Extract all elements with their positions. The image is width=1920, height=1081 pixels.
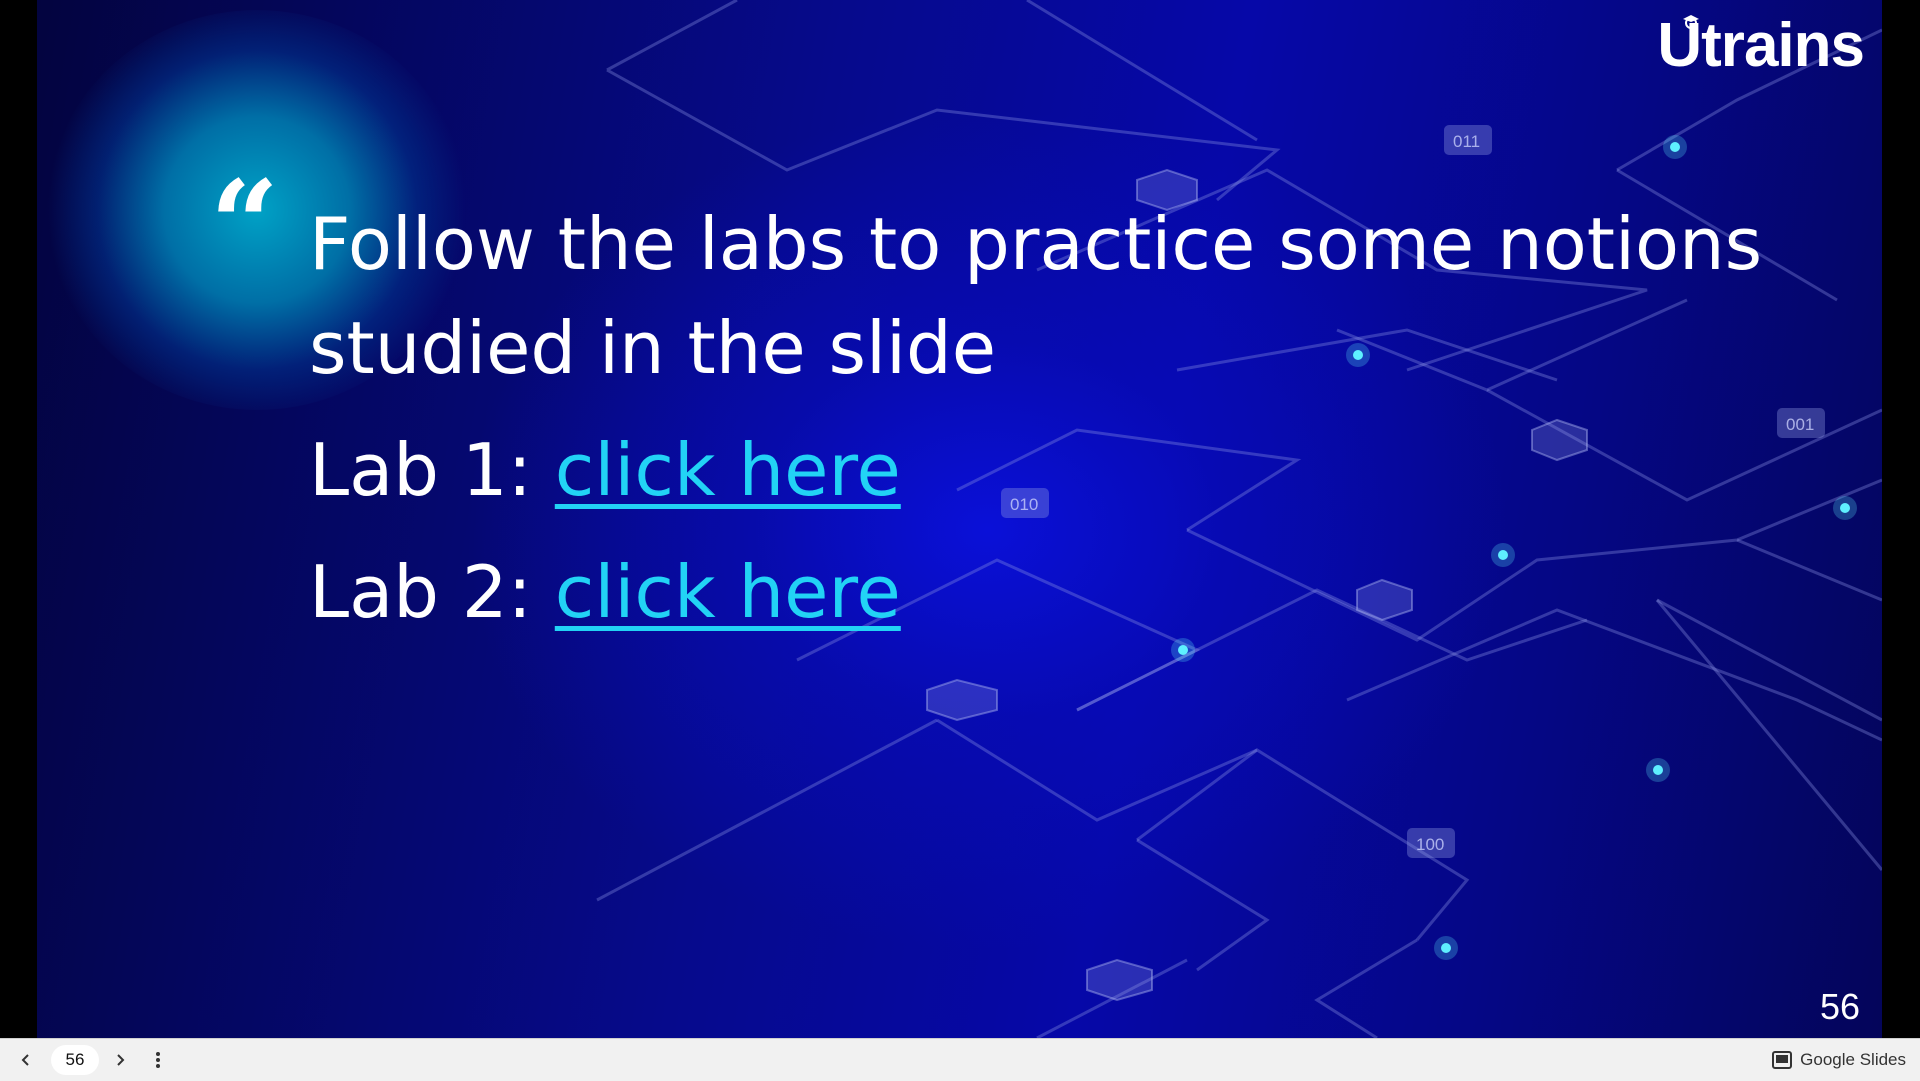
chevron-right-icon [117,1054,125,1066]
utrains-logo: Utrains [1657,10,1865,81]
chevron-left-icon [21,1054,29,1066]
page-number-field[interactable]: 56 [51,1045,99,1075]
lab-1-line: Lab 1: click here [309,418,1849,522]
slide: 011 001 010 100 Utrains “ Follow the lab… [37,0,1882,1038]
intro-text: Follow the labs to practice some notions… [309,202,1763,390]
lab-2-label: Lab 2: [309,550,555,634]
next-slide-button[interactable] [108,1048,132,1072]
slides-icon [1772,1051,1793,1069]
previous-slide-button[interactable] [14,1048,38,1072]
more-vert-icon [156,1052,160,1068]
binary-tag-100: 100 [1416,835,1444,854]
quote-icon: “ [210,154,280,295]
lab-2-line: Lab 2: click here [309,540,1849,644]
lab-2-link[interactable]: click here [555,550,901,634]
brand-label: Google Slides [1800,1050,1906,1069]
slide-body: Follow the labs to practice some notions… [309,192,1849,644]
binary-tag-011: 011 [1453,132,1480,151]
slide-number: 56 [1819,986,1860,1027]
lab-1-label: Lab 1: [309,428,555,512]
presentation-toolbar: 56 Google Slides [0,1038,1920,1081]
graduation-cap-icon [1683,15,1700,29]
google-slides-brand[interactable]: Google Slides [1772,1039,1906,1081]
lab-1-link[interactable]: click here [555,428,901,512]
more-options-button[interactable] [146,1048,170,1072]
